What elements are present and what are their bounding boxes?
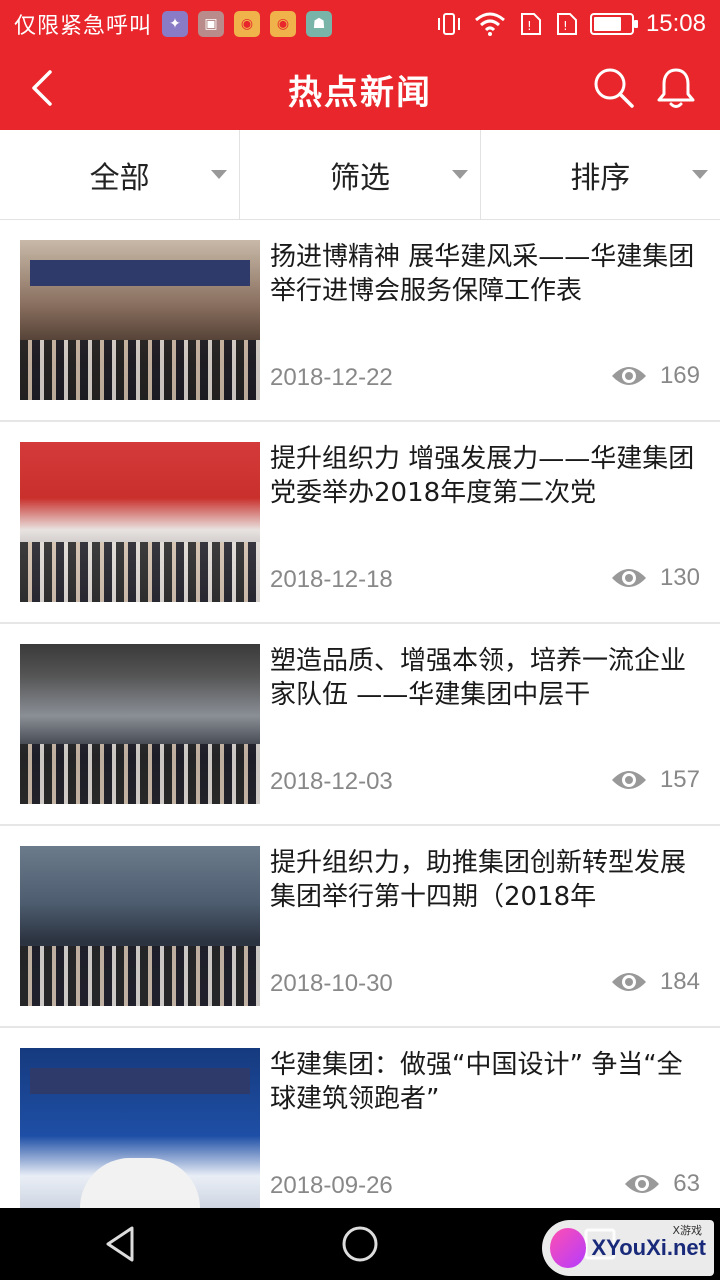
thumbnail-people [20,542,260,602]
eye-icon [611,569,646,587]
filter-all-dropdown[interactable]: 全部 [0,130,239,219]
filter-label: 排序 [570,160,631,196]
page-title: 热点新闻 [288,72,432,113]
news-body: 塑造品质、增强本领，培养一流企业家队伍 ——华建集团中层干 2018-12-03… [260,644,700,824]
filter-label: 全部 [89,160,150,196]
eye-icon [625,1175,660,1193]
eye-icon [611,771,646,789]
status-left: 仅限紧急呼叫 ✦ ▣ ◉ ◉ ☗ [14,8,333,40]
status-time: 15:08 [645,10,706,37]
news-thumbnail [20,1048,260,1208]
view-count: 169 [610,362,700,390]
view-count: 157 [610,766,700,794]
view-count-value: 157 [659,766,700,793]
view-count: 63 [623,1170,700,1198]
carrier-text: 仅限紧急呼叫 [14,14,153,39]
news-item[interactable]: 华建集团：做强“中国设计” 争当“全球建筑领跑者” 2018-09-26 63 [0,1028,720,1208]
thumbnail-people [20,744,260,804]
svg-text:!: ! [527,19,532,33]
view-count-value: 184 [659,968,700,995]
news-date: 2018-12-18 [270,566,393,593]
news-title: 华建集团：做强“中国设计” 争当“全球建筑领跑者” [270,1050,683,1114]
dropdown-arrow-icon [211,170,228,179]
news-item[interactable]: 扬进博精神 展华建风采——华建集团举行进博会服务保障工作表 2018-12-22… [0,220,720,422]
battery-icon [589,13,638,35]
thumbnail-people [20,946,260,1006]
news-thumbnail [20,240,260,400]
news-title: 扬进博精神 展华建风采——华建集团举行进博会服务保障工作表 [270,242,695,306]
thumbnail-banner [30,260,250,286]
status-right: ! ! 15:08 [436,10,706,38]
news-date: 2018-09-26 [270,1172,393,1199]
view-count-value: 130 [659,564,700,591]
news-date: 2018-10-30 [270,970,393,997]
sim-card-icon: ! [520,13,541,35]
watermark: XYouXi.net X游戏 [542,1220,714,1276]
title-bar: 热点新闻 [0,48,720,130]
news-item[interactable]: 提升组织力，助推集团创新转型发展 集团举行第十四期（2018年 2018-10-… [0,826,720,1028]
news-body: 提升组织力，助推集团创新转型发展 集团举行第十四期（2018年 2018-10-… [260,846,700,1026]
thumbnail-podium [80,1158,200,1208]
watermark-text: XYouXi.net [591,1235,707,1260]
news-list: 扬进博精神 展华建风采——华建集团举行进博会服务保障工作表 2018-12-22… [0,220,720,1208]
back-arrow-icon [32,70,52,106]
dropdown-arrow-icon [691,170,708,179]
watermark-small-text: X游戏 [672,1224,702,1237]
dropdown-arrow-icon [451,170,468,179]
notification-button[interactable] [652,64,700,112]
news-item[interactable]: 塑造品质、增强本领，培养一流企业家队伍 ——华建集团中层干 2018-12-03… [0,624,720,826]
news-body: 提升组织力 增强发展力——华建集团党委举办2018年度第二次党 2018-12-… [260,442,700,622]
thumbnail-people [20,340,260,400]
news-title: 提升组织力，助推集团创新转型发展 集团举行第十四期（2018年 [270,848,687,912]
view-count: 184 [610,968,700,996]
news-thumbnail [20,442,260,602]
filter-label: 筛选 [329,160,390,196]
search-icon [594,68,634,108]
triangle-back-icon [106,1226,134,1262]
news-item[interactable]: 提升组织力 增强发展力——华建集团党委举办2018年度第二次党 2018-12-… [0,422,720,624]
app-notification-icon: ✦ [162,11,189,37]
eye-icon [611,367,646,385]
news-body: 华建集团：做强“中国设计” 争当“全球建筑领跑者” 2018-09-26 63 [260,1048,700,1208]
filter-bar: 全部 筛选 排序 [0,130,720,220]
nav-home-button[interactable] [324,1216,396,1272]
svg-text:!: ! [563,19,568,33]
news-thumbnail [20,644,260,804]
android-notification-icon: ☗ [306,11,333,37]
news-title: 提升组织力 增强发展力——华建集团党委举办2018年度第二次党 [270,444,695,508]
wifi-icon [474,12,505,36]
circle-home-icon [342,1226,378,1262]
weibo-notification-icon: ◉ [234,11,261,37]
gamepad-logo-icon [550,1228,586,1268]
view-count: 130 [610,564,700,592]
image-notification-icon: ▣ [198,11,225,37]
news-thumbnail [20,846,260,1006]
news-body: 扬进博精神 展华建风采——华建集团举行进博会服务保障工作表 2018-12-22… [260,240,700,420]
news-date: 2018-12-03 [270,768,393,795]
news-title: 塑造品质、增强本领，培养一流企业家队伍 ——华建集团中层干 [270,646,687,710]
news-date: 2018-12-22 [270,364,393,391]
filter-screen-dropdown[interactable]: 筛选 [239,130,479,219]
view-count-value: 63 [673,1170,700,1197]
eye-icon [611,973,646,991]
vibrate-icon [437,13,460,35]
search-button[interactable] [590,64,638,112]
sim-card-icon: ! [556,13,577,35]
weibo-notification-icon: ◉ [270,11,297,37]
filter-sort-dropdown[interactable]: 排序 [479,130,720,219]
view-count-value: 169 [659,362,700,389]
thumbnail-banner [30,1068,250,1094]
status-bar: 仅限紧急呼叫 ✦ ▣ ◉ ◉ ☗ ! ! 15:08 [0,0,720,48]
back-button[interactable] [20,66,64,110]
battery-level [593,17,621,31]
bell-icon [657,68,695,108]
nav-back-button[interactable] [84,1216,156,1272]
